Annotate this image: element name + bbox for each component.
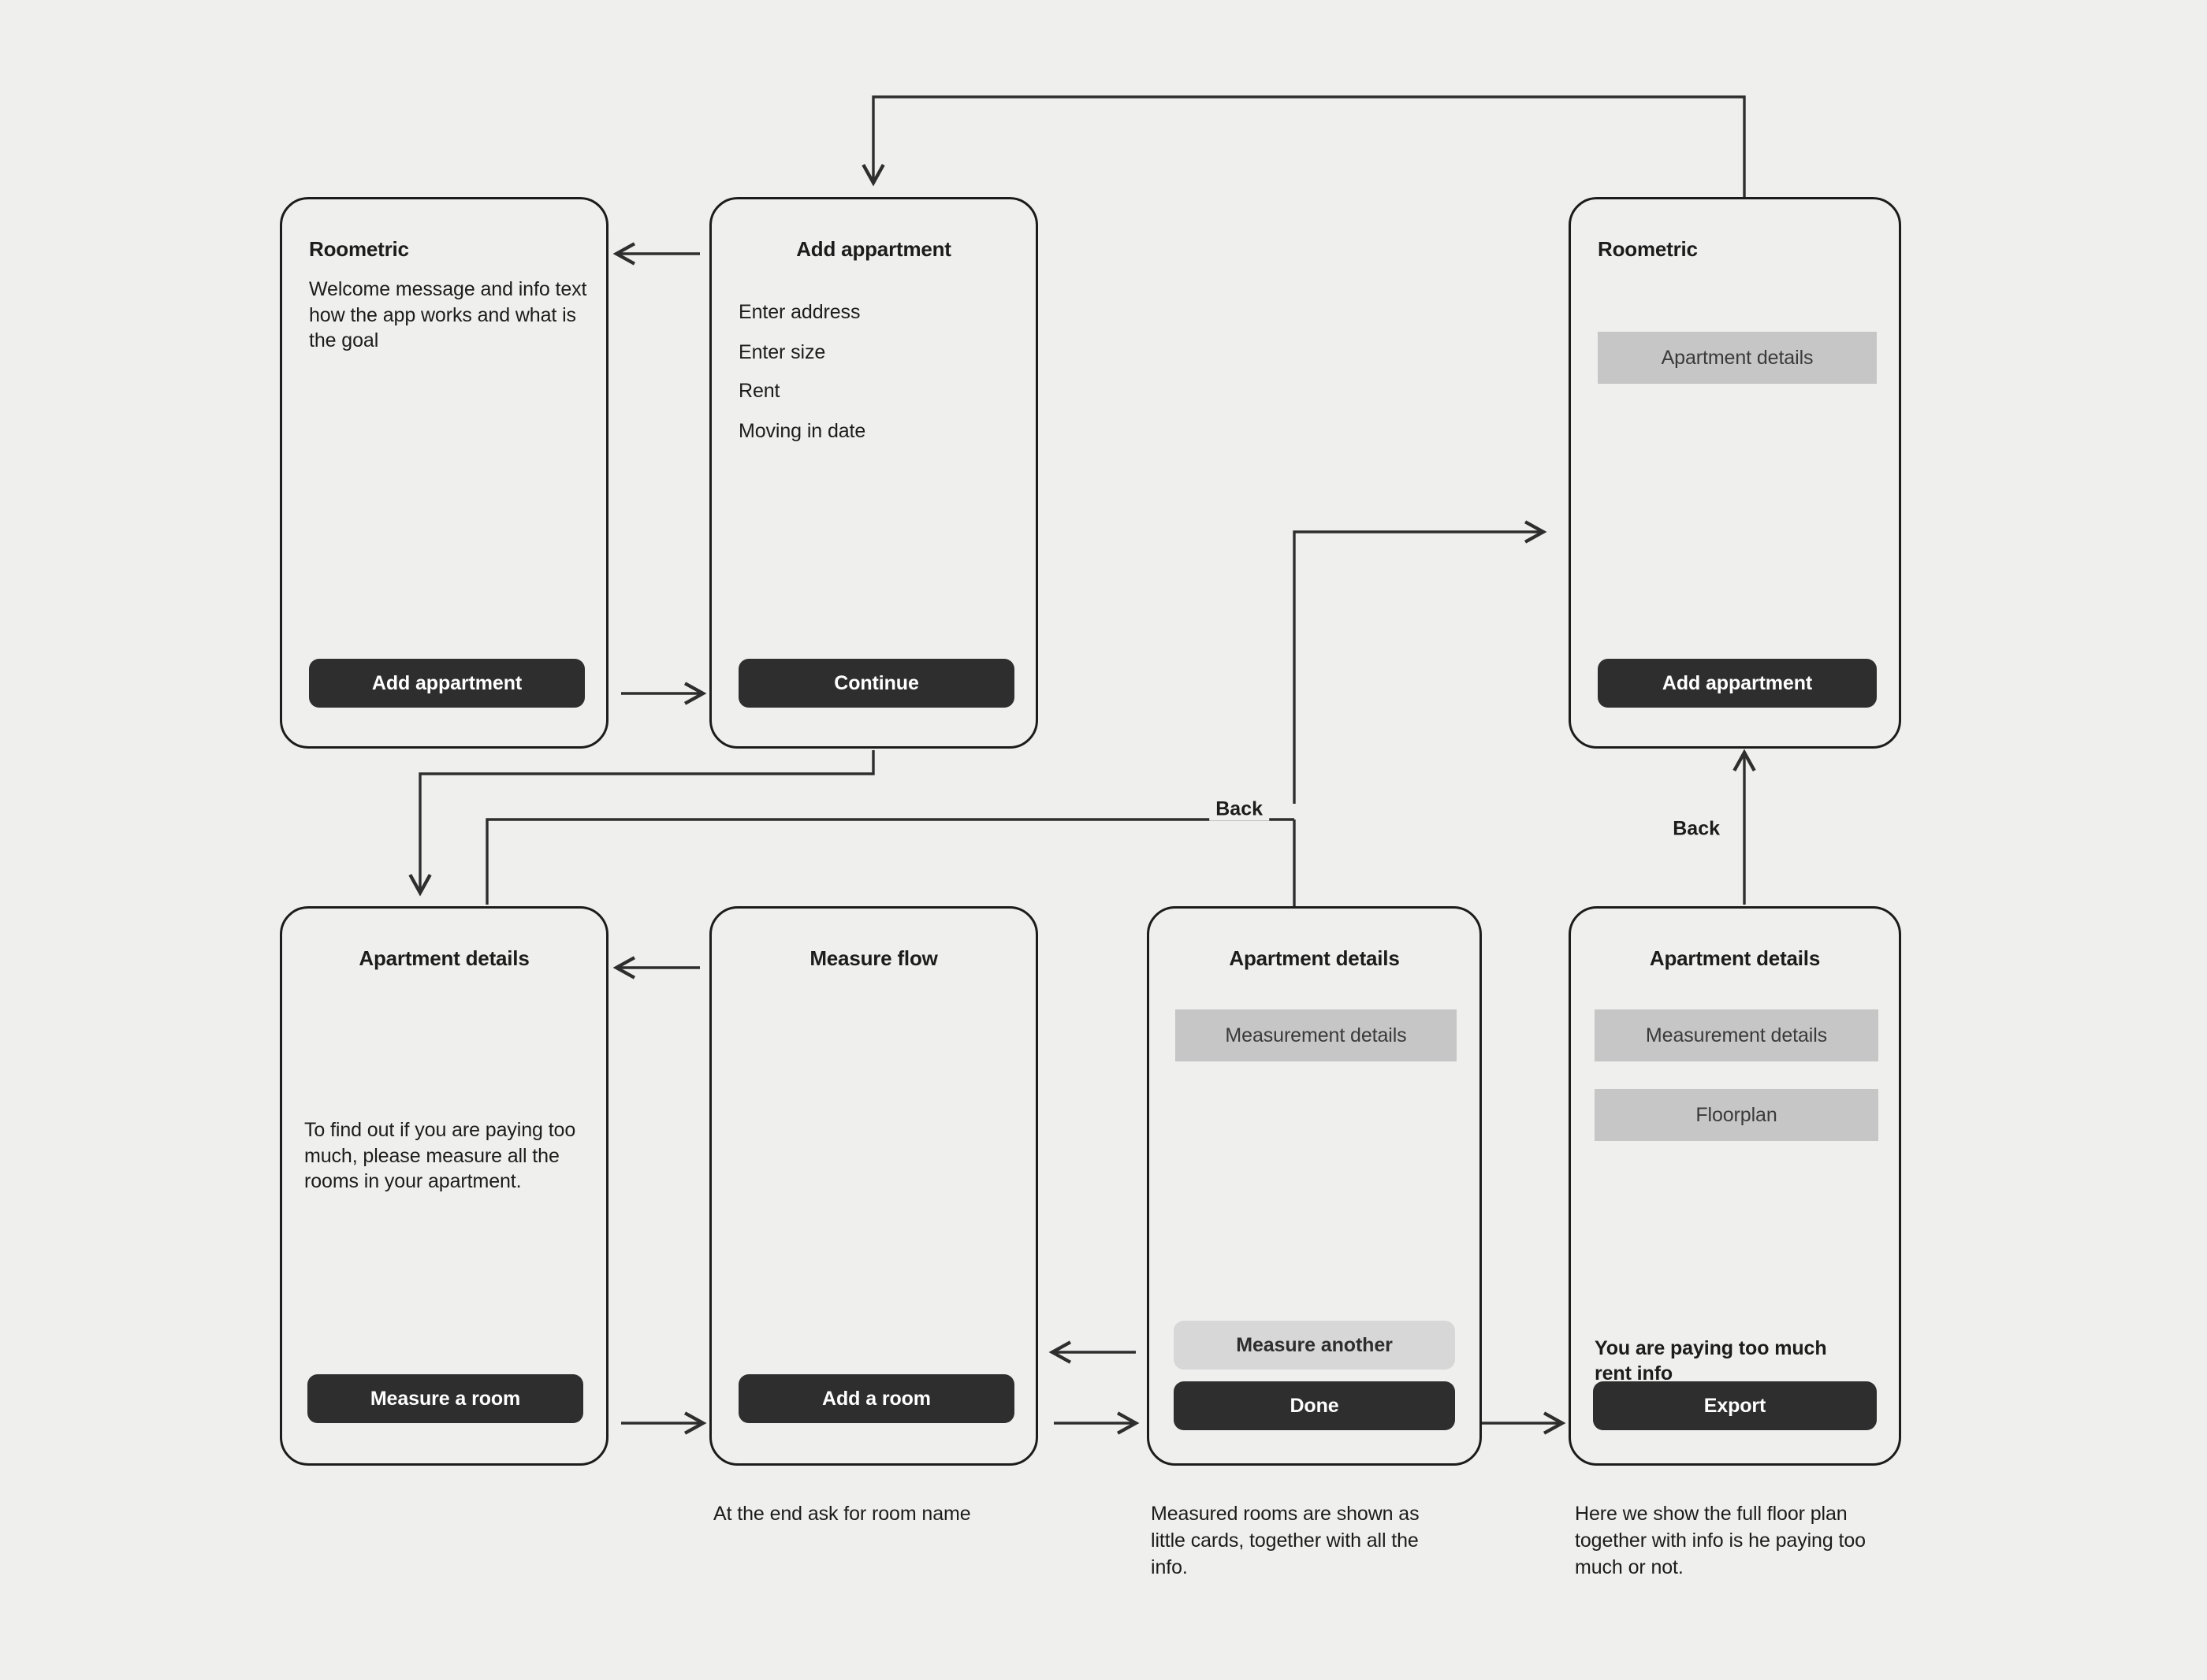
- field-moving-in-date[interactable]: Moving in date: [739, 420, 865, 443]
- edge-label-back-left: Back: [1209, 797, 1269, 821]
- card-measurement-details-final[interactable]: Measurement details: [1595, 1009, 1878, 1061]
- field-enter-size[interactable]: Enter size: [739, 341, 825, 364]
- edge-back-left-to-home: [1293, 520, 1547, 804]
- caption-measure-flow: At the end ask for room name: [713, 1503, 971, 1525]
- export-button[interactable]: Export: [1593, 1381, 1877, 1430]
- edge-home-to-add-appartment: [862, 95, 1746, 203]
- add-appartment-continue-button[interactable]: Continue: [739, 659, 1014, 708]
- welcome-add-appartment-button[interactable]: Add appartment: [309, 659, 585, 708]
- welcome-title: Roometric: [309, 237, 409, 261]
- screen-measure-flow: Measure flow Add a room: [709, 906, 1038, 1466]
- home-add-appartment-button[interactable]: Add appartment: [1598, 659, 1877, 708]
- card-measurement-details[interactable]: Measurement details: [1175, 1009, 1457, 1061]
- add-appartment-title: Add appartment: [796, 237, 951, 261]
- screen-home-with-apartment: Roometric Apartment details Add appartme…: [1569, 197, 1901, 749]
- field-rent[interactable]: Rent: [739, 380, 780, 403]
- card-apartment-details[interactable]: Apartment details: [1598, 332, 1877, 384]
- field-enter-address[interactable]: Enter address: [739, 301, 860, 324]
- measure-a-room-button[interactable]: Measure a room: [307, 1374, 583, 1423]
- screen-apartment-details-empty: Apartment details To find out if you are…: [280, 906, 609, 1466]
- caption-apartment-details-measured: Measured rooms are shown as little cards…: [1151, 1503, 1420, 1578]
- screen-add-appartment: Add appartment Enter address Enter size …: [709, 197, 1038, 749]
- caption-apartment-details-final: Here we show the full floor plan togethe…: [1575, 1503, 1866, 1578]
- home-title: Roometric: [1598, 237, 1698, 261]
- card-floorplan[interactable]: Floorplan: [1595, 1089, 1878, 1141]
- done-button[interactable]: Done: [1174, 1381, 1455, 1430]
- apartment-details-empty-title: Apartment details: [359, 946, 530, 970]
- paying-too-much-note: You are paying too much rent info: [1595, 1337, 1827, 1385]
- screen-welcome: Roometric Welcome message and info text …: [280, 197, 609, 749]
- apartment-details-measured-title: Apartment details: [1229, 946, 1400, 970]
- apartment-details-empty-body: To find out if you are paying too much, …: [304, 1119, 576, 1192]
- welcome-body-text: Welcome message and info text how the ap…: [309, 278, 587, 351]
- measure-another-button[interactable]: Measure another: [1174, 1321, 1455, 1370]
- edge-label-back-right: Back: [1666, 817, 1726, 841]
- screen-apartment-details-final: Apartment details Measurement details Fl…: [1569, 906, 1901, 1466]
- measure-flow-title: Measure flow: [809, 946, 938, 970]
- screen-apartment-details-measured: Apartment details Measurement details Me…: [1147, 906, 1482, 1466]
- add-a-room-button[interactable]: Add a room: [739, 1374, 1014, 1423]
- apartment-details-final-title: Apartment details: [1649, 946, 1821, 970]
- edge-back-left-horizontal: [486, 818, 1294, 905]
